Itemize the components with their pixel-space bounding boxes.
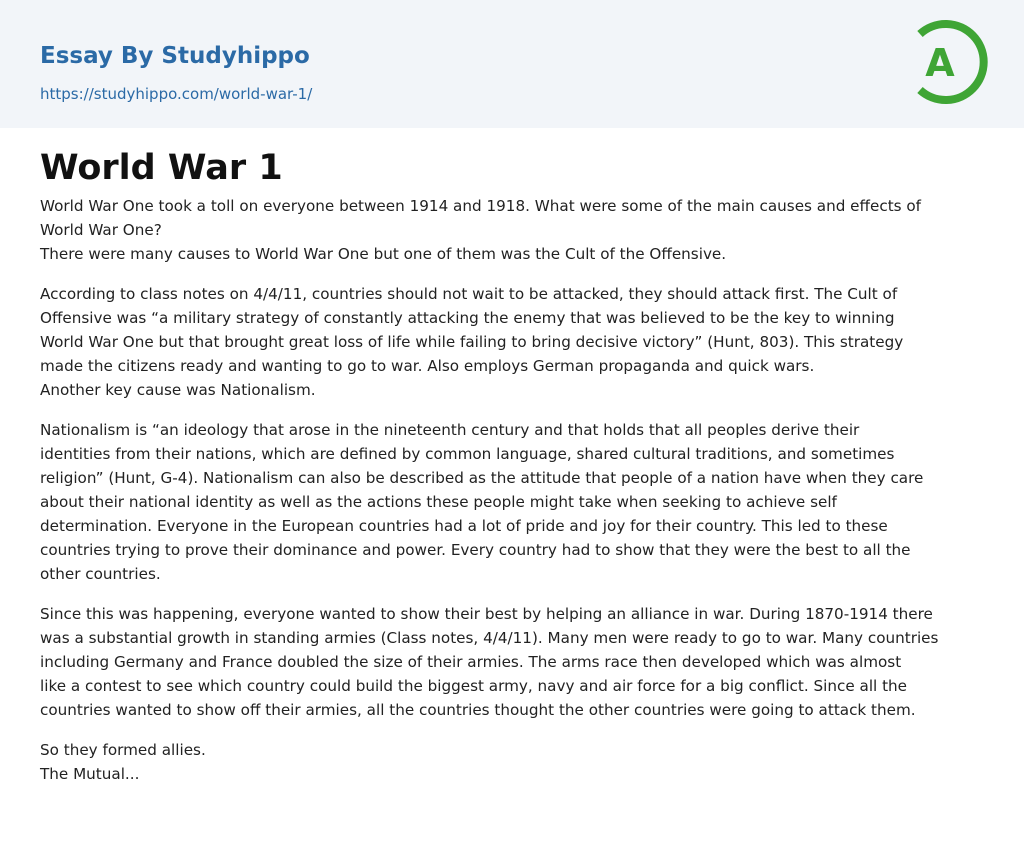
article-body: World War One took a toll on everyone be… — [40, 194, 988, 786]
studyhippo-logo-icon[interactable]: A — [912, 18, 988, 106]
site-header: Essay By Studyhippo https://studyhippo.c… — [0, 0, 1024, 128]
brand-title[interactable]: Essay By Studyhippo — [40, 40, 310, 72]
logo-letter: A — [925, 41, 955, 85]
page-title: World War 1 — [40, 148, 283, 188]
paragraph-line: Another key cause was Nationalism. — [40, 381, 316, 399]
paragraph-line: There were many causes to World War One … — [40, 245, 727, 263]
article-paragraph: Nationalism is “an ideology that arose i… — [40, 418, 988, 586]
paragraph-line: determination. Everyone in the European … — [40, 517, 888, 535]
paragraph-line: including Germany and France doubled the… — [40, 653, 902, 671]
article-paragraph: So they formed allies. The Mutual... — [40, 738, 988, 786]
paragraph-line: other countries. — [40, 565, 161, 583]
paragraph-line: identities from their nations, which are… — [40, 445, 895, 463]
paragraph-line: World War One? — [40, 221, 162, 239]
paragraph-line: countries trying to prove their dominanc… — [40, 541, 911, 559]
paragraph-line: So they formed allies. — [40, 741, 206, 759]
article: World War 1 World War One took a toll on… — [40, 142, 988, 802]
article-paragraph: According to class notes on 4/4/11, coun… — [40, 282, 988, 402]
paragraph-line: World War One but that brought great los… — [40, 333, 904, 351]
article-paragraph: Since this was happening, everyone wante… — [40, 602, 988, 722]
paragraph-line: Since this was happening, everyone wante… — [40, 605, 933, 623]
article-paragraph: World War One took a toll on everyone be… — [40, 194, 988, 266]
paragraph-line: was a substantial growth in standing arm… — [40, 629, 939, 647]
essay-url-link[interactable]: https://studyhippo.com/world-war-1/ — [40, 83, 312, 105]
paragraph-line: World War One took a toll on everyone be… — [40, 197, 922, 215]
paragraph-line: made the citizens ready and wanting to g… — [40, 357, 815, 375]
paragraph-line: Nationalism is “an ideology that arose i… — [40, 421, 860, 439]
paragraph-line: about their national identity as well as… — [40, 493, 837, 511]
paragraph-line: religion” (Hunt, G-4). Nationalism can a… — [40, 469, 924, 487]
paragraph-line: Offensive was “a military strategy of co… — [40, 309, 895, 327]
paragraph-line: According to class notes on 4/4/11, coun… — [40, 285, 898, 303]
paragraph-line: like a contest to see which country coul… — [40, 677, 908, 695]
paragraph-line: The Mutual... — [40, 765, 140, 783]
paragraph-line: countries wanted to show off their armie… — [40, 701, 916, 719]
